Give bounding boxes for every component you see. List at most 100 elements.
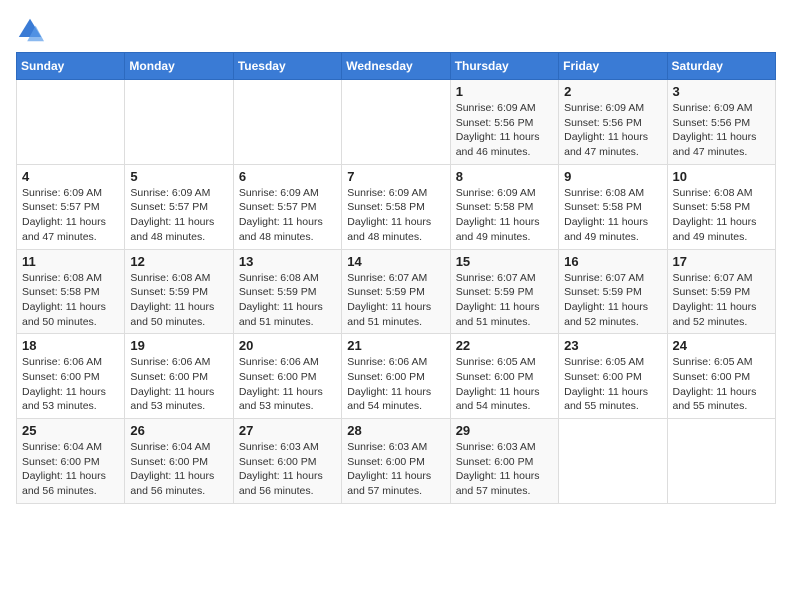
day-info: Sunrise: 6:06 AMSunset: 6:00 PMDaylight:… bbox=[130, 355, 227, 414]
day-info: Sunrise: 6:04 AMSunset: 6:00 PMDaylight:… bbox=[130, 440, 227, 499]
day-info: Sunrise: 6:08 AMSunset: 5:59 PMDaylight:… bbox=[130, 271, 227, 330]
logo-icon bbox=[16, 16, 44, 44]
calendar-cell: 6 Sunrise: 6:09 AMSunset: 5:57 PMDaylight… bbox=[233, 164, 341, 249]
logo bbox=[16, 16, 48, 44]
calendar-cell: 13Sunrise: 6:08 AMSunset: 5:59 PMDayligh… bbox=[233, 249, 341, 334]
day-info: Sunrise: 6:05 AMSunset: 6:00 PMDaylight:… bbox=[564, 355, 661, 414]
calendar-cell: 17Sunrise: 6:07 AMSunset: 5:59 PMDayligh… bbox=[667, 249, 775, 334]
day-number: 23 bbox=[564, 338, 661, 353]
day-number: 22 bbox=[456, 338, 553, 353]
col-header-tuesday: Tuesday bbox=[233, 53, 341, 80]
calendar-cell: 12 Sunrise: 6:08 AMSunset: 5:59 PMDayligh… bbox=[125, 249, 233, 334]
calendar-cell: 7 Sunrise: 6:09 AMSunset: 5:58 PMDaylight… bbox=[342, 164, 450, 249]
day-info: Sunrise: 6:09 AMSunset: 5:58 PMDaylight:… bbox=[347, 186, 444, 245]
day-number: 13 bbox=[239, 254, 336, 269]
calendar-cell: 3 Sunrise: 6:09 AMSunset: 5:56 PMDaylight… bbox=[667, 80, 775, 165]
calendar-cell: 8Sunrise: 6:09 AMSunset: 5:58 PMDaylight… bbox=[450, 164, 558, 249]
day-number: 19 bbox=[130, 338, 227, 353]
day-info: Sunrise: 6:05 AMSunset: 6:00 PMDaylight:… bbox=[456, 355, 553, 414]
calendar-cell: 18 Sunrise: 6:06 AMSunset: 6:00 PMDayligh… bbox=[17, 334, 125, 419]
day-number: 5 bbox=[130, 169, 227, 184]
day-number: 21 bbox=[347, 338, 444, 353]
day-info: Sunrise: 6:06 AMSunset: 6:00 PMDaylight:… bbox=[22, 355, 119, 414]
day-info: Sunrise: 6:03 AMSunset: 6:00 PMDaylight:… bbox=[239, 440, 336, 499]
calendar-cell bbox=[233, 80, 341, 165]
day-number: 20 bbox=[239, 338, 336, 353]
day-number: 29 bbox=[456, 423, 553, 438]
calendar-cell: 29 Sunrise: 6:03 AMSunset: 6:00 PMDayligh… bbox=[450, 419, 558, 504]
calendar-cell bbox=[342, 80, 450, 165]
day-number: 2 bbox=[564, 84, 661, 99]
day-number: 12 bbox=[130, 254, 227, 269]
day-info: Sunrise: 6:07 AMSunset: 5:59 PMDaylight:… bbox=[564, 271, 661, 330]
day-number: 3 bbox=[673, 84, 770, 99]
day-number: 15 bbox=[456, 254, 553, 269]
day-info: Sunrise: 6:09 AMSunset: 5:57 PMDaylight:… bbox=[239, 186, 336, 245]
day-info: Sunrise: 6:08 AMSunset: 5:58 PMDaylight:… bbox=[22, 271, 119, 330]
day-number: 18 bbox=[22, 338, 119, 353]
calendar-cell: 16 Sunrise: 6:07 AMSunset: 5:59 PMDayligh… bbox=[559, 249, 667, 334]
col-header-wednesday: Wednesday bbox=[342, 53, 450, 80]
day-number: 4 bbox=[22, 169, 119, 184]
calendar-cell: 22 Sunrise: 6:05 AMSunset: 6:00 PMDayligh… bbox=[450, 334, 558, 419]
day-info: Sunrise: 6:06 AMSunset: 6:00 PMDaylight:… bbox=[239, 355, 336, 414]
calendar-week-3: 11 Sunrise: 6:08 AMSunset: 5:58 PMDayligh… bbox=[17, 249, 776, 334]
day-info: Sunrise: 6:09 AMSunset: 5:56 PMDaylight:… bbox=[456, 101, 553, 160]
day-number: 17 bbox=[673, 254, 770, 269]
day-number: 14 bbox=[347, 254, 444, 269]
calendar-cell: 25 Sunrise: 6:04 AMSunset: 6:00 PMDayligh… bbox=[17, 419, 125, 504]
calendar-cell bbox=[667, 419, 775, 504]
day-info: Sunrise: 6:09 AMSunset: 5:56 PMDaylight:… bbox=[564, 101, 661, 160]
day-info: Sunrise: 6:04 AMSunset: 6:00 PMDaylight:… bbox=[22, 440, 119, 499]
day-info: Sunrise: 6:07 AMSunset: 5:59 PMDaylight:… bbox=[456, 271, 553, 330]
day-number: 26 bbox=[130, 423, 227, 438]
day-number: 7 bbox=[347, 169, 444, 184]
calendar-cell bbox=[17, 80, 125, 165]
calendar-cell: 9Sunrise: 6:08 AMSunset: 5:58 PMDaylight… bbox=[559, 164, 667, 249]
calendar-cell: 2 Sunrise: 6:09 AMSunset: 5:56 PMDaylight… bbox=[559, 80, 667, 165]
calendar-cell: 1 Sunrise: 6:09 AMSunset: 5:56 PMDaylight… bbox=[450, 80, 558, 165]
day-info: Sunrise: 6:09 AMSunset: 5:58 PMDaylight:… bbox=[456, 186, 553, 245]
calendar-header-row: SundayMondayTuesdayWednesdayThursdayFrid… bbox=[17, 53, 776, 80]
day-info: Sunrise: 6:08 AMSunset: 5:58 PMDaylight:… bbox=[564, 186, 661, 245]
page-container: SundayMondayTuesdayWednesdayThursdayFrid… bbox=[16, 16, 776, 504]
col-header-friday: Friday bbox=[559, 53, 667, 80]
day-info: Sunrise: 6:05 AMSunset: 6:00 PMDaylight:… bbox=[673, 355, 770, 414]
calendar-cell: 28 Sunrise: 6:03 AMSunset: 6:00 PMDayligh… bbox=[342, 419, 450, 504]
calendar-cell: 19 Sunrise: 6:06 AMSunset: 6:00 PMDayligh… bbox=[125, 334, 233, 419]
day-info: Sunrise: 6:08 AMSunset: 5:58 PMDaylight:… bbox=[673, 186, 770, 245]
calendar-cell: 21 Sunrise: 6:06 AMSunset: 6:00 PMDayligh… bbox=[342, 334, 450, 419]
day-number: 25 bbox=[22, 423, 119, 438]
day-number: 28 bbox=[347, 423, 444, 438]
day-number: 1 bbox=[456, 84, 553, 99]
calendar-cell: 26 Sunrise: 6:04 AMSunset: 6:00 PMDayligh… bbox=[125, 419, 233, 504]
day-info: Sunrise: 6:03 AMSunset: 6:00 PMDaylight:… bbox=[456, 440, 553, 499]
col-header-thursday: Thursday bbox=[450, 53, 558, 80]
day-number: 16 bbox=[564, 254, 661, 269]
calendar-cell: 24 Sunrise: 6:05 AMSunset: 6:00 PMDayligh… bbox=[667, 334, 775, 419]
calendar-cell: 11 Sunrise: 6:08 AMSunset: 5:58 PMDayligh… bbox=[17, 249, 125, 334]
day-info: Sunrise: 6:09 AMSunset: 5:57 PMDaylight:… bbox=[22, 186, 119, 245]
day-number: 24 bbox=[673, 338, 770, 353]
day-number: 27 bbox=[239, 423, 336, 438]
day-info: Sunrise: 6:03 AMSunset: 6:00 PMDaylight:… bbox=[347, 440, 444, 499]
calendar-cell: 4 Sunrise: 6:09 AMSunset: 5:57 PMDaylight… bbox=[17, 164, 125, 249]
col-header-sunday: Sunday bbox=[17, 53, 125, 80]
day-info: Sunrise: 6:09 AMSunset: 5:57 PMDaylight:… bbox=[130, 186, 227, 245]
day-info: Sunrise: 6:06 AMSunset: 6:00 PMDaylight:… bbox=[347, 355, 444, 414]
calendar-cell bbox=[559, 419, 667, 504]
day-number: 11 bbox=[22, 254, 119, 269]
calendar-cell: 14 Sunrise: 6:07 AMSunset: 5:59 PMDayligh… bbox=[342, 249, 450, 334]
day-info: Sunrise: 6:09 AMSunset: 5:56 PMDaylight:… bbox=[673, 101, 770, 160]
calendar-cell: 20 Sunrise: 6:06 AMSunset: 6:00 PMDayligh… bbox=[233, 334, 341, 419]
header bbox=[16, 16, 776, 44]
calendar-week-1: 1 Sunrise: 6:09 AMSunset: 5:56 PMDaylight… bbox=[17, 80, 776, 165]
calendar-table: SundayMondayTuesdayWednesdayThursdayFrid… bbox=[16, 52, 776, 504]
day-number: 6 bbox=[239, 169, 336, 184]
calendar-cell: 27 Sunrise: 6:03 AMSunset: 6:00 PMDayligh… bbox=[233, 419, 341, 504]
col-header-monday: Monday bbox=[125, 53, 233, 80]
col-header-saturday: Saturday bbox=[667, 53, 775, 80]
calendar-cell bbox=[125, 80, 233, 165]
calendar-cell: 10Sunrise: 6:08 AMSunset: 5:58 PMDayligh… bbox=[667, 164, 775, 249]
day-info: Sunrise: 6:07 AMSunset: 5:59 PMDaylight:… bbox=[347, 271, 444, 330]
